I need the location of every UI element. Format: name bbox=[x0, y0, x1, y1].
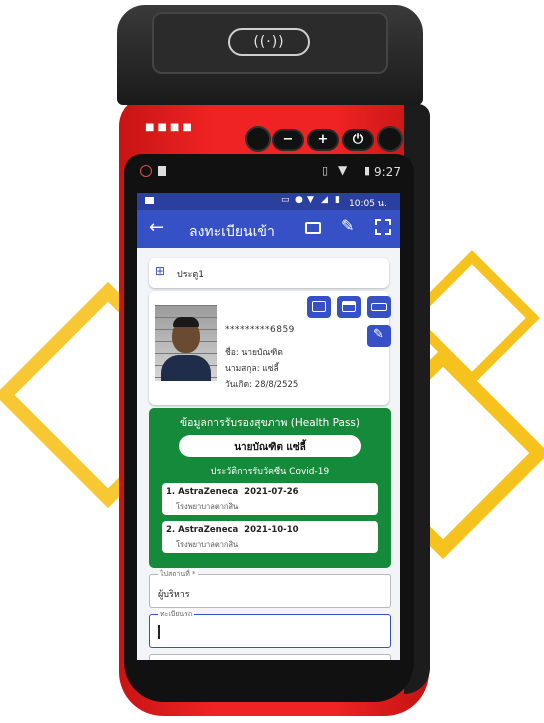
person-shirt bbox=[161, 355, 211, 381]
plate-number-field[interactable]: ทะเบียนรถ bbox=[149, 609, 391, 648]
app-clock: 10:05 น. bbox=[349, 199, 387, 209]
next-field[interactable] bbox=[149, 654, 391, 660]
destination-label: ไปสถานที่ * bbox=[158, 569, 198, 580]
plate-number-label: ทะเบียนรถ bbox=[158, 609, 195, 620]
camera-left-button[interactable] bbox=[245, 126, 271, 152]
volume-up-button[interactable]: + bbox=[307, 129, 339, 151]
vaccine-entry: 2. AstraZeneca 2021-10-10 bbox=[166, 525, 299, 535]
person-birthdate: วันเกิด: 28/8/2525 bbox=[225, 380, 299, 390]
notification-icon bbox=[140, 165, 152, 177]
device-status-bar: ▯ ▼ ▮ 9:27 bbox=[124, 162, 414, 186]
video-icon bbox=[145, 197, 154, 204]
capture-button[interactable] bbox=[367, 296, 391, 318]
signal-icon: ◢ bbox=[321, 195, 328, 205]
power-button[interactable]: ⏻ bbox=[342, 129, 374, 151]
vaccine-history-title: ประวัติการรับวัคซีน Covid-19 bbox=[210, 467, 330, 477]
health-pass-person-name: นายบัณฑิต แซ่ลี้ bbox=[234, 442, 306, 453]
vaccine-record-1: 1. AstraZeneca 2021-07-26 โรงพยาบาลตากสิ… bbox=[162, 483, 378, 515]
id-card-icon[interactable] bbox=[305, 222, 321, 234]
gate-label: ประตู1 bbox=[177, 270, 204, 280]
person-surname: นามสกุล: แซ่ลี้ bbox=[225, 364, 279, 374]
person-card: ✎ *********6859 ชื่อ: นายบัณฑิต นามสกุล:… bbox=[149, 291, 391, 405]
person-photo bbox=[155, 305, 217, 381]
wifi-icon: ▼ bbox=[338, 163, 348, 177]
qr-scan-icon[interactable] bbox=[375, 219, 391, 235]
edit-user-icon: ✎ bbox=[373, 327, 384, 342]
gate-icon: ⊞ bbox=[155, 264, 166, 278]
health-pass-panel: ข้อมูลการรับรองสุขภาพ (Health Pass) นายบ… bbox=[149, 408, 391, 568]
camera-right-button[interactable] bbox=[377, 126, 403, 152]
text-cursor bbox=[158, 625, 160, 639]
vaccine-entry: 1. AstraZeneca 2021-07-26 bbox=[166, 487, 299, 497]
destination-value: ผู้บริหาร bbox=[158, 590, 190, 600]
edit-pen-icon[interactable]: ✎ bbox=[341, 216, 354, 235]
vibrate-icon: ▯ bbox=[322, 164, 329, 177]
person-hair bbox=[173, 317, 199, 327]
app-notification-icon bbox=[158, 166, 166, 176]
id-card-icon bbox=[312, 301, 326, 312]
volume-down-button[interactable]: − bbox=[272, 129, 304, 151]
edit-person-button[interactable]: ✎ bbox=[367, 325, 391, 347]
cast-icon: ▭ bbox=[281, 195, 290, 205]
page-title: ลงทะเบียนเข้า bbox=[189, 224, 275, 240]
scan-icon bbox=[371, 303, 387, 311]
id-number: *********6859 bbox=[225, 325, 295, 335]
destination-field[interactable]: ไปสถานที่ * ผู้บริหาร bbox=[149, 569, 391, 608]
back-arrow-icon[interactable]: ← bbox=[149, 217, 164, 238]
vaccine-place: โรงพยาบาลตากสิน bbox=[176, 502, 239, 511]
battery-icon: ▮ bbox=[364, 164, 371, 177]
app-screen: ▭ ● ▼ ◢ ▮ 10:05 น. ← ลงทะเบียนเข้า ✎ ⊞ ป… bbox=[137, 193, 400, 660]
id-card-read-button[interactable] bbox=[307, 296, 331, 318]
location-icon: ● bbox=[295, 195, 303, 205]
nfc-contactless-icon: ((·)) bbox=[228, 28, 310, 56]
health-pass-title: ข้อมูลการรับรองสุขภาพ (Health Pass) bbox=[179, 417, 361, 429]
vaccine-place: โรงพยาบาลตากสิน bbox=[176, 540, 239, 549]
card-reader-button[interactable] bbox=[337, 296, 361, 318]
person-name: ชื่อ: นายบัณฑิต bbox=[225, 348, 283, 358]
vaccine-record-2: 2. AstraZeneca 2021-10-10 โรงพยาบาลตากสิ… bbox=[162, 521, 378, 553]
battery-icon: ▮ bbox=[335, 195, 340, 205]
gate-card[interactable]: ⊞ ประตู1 bbox=[149, 258, 389, 288]
indicator-leds: ■■■■ bbox=[145, 122, 195, 133]
app-status-bar: ▭ ● ▼ ◢ ▮ 10:05 น. bbox=[137, 193, 400, 210]
device-clock: 9:27 bbox=[374, 165, 401, 179]
app-bar: ← ลงทะเบียนเข้า ✎ bbox=[137, 210, 400, 248]
wifi-icon: ▼ bbox=[307, 195, 314, 205]
credit-card-icon bbox=[342, 301, 356, 312]
